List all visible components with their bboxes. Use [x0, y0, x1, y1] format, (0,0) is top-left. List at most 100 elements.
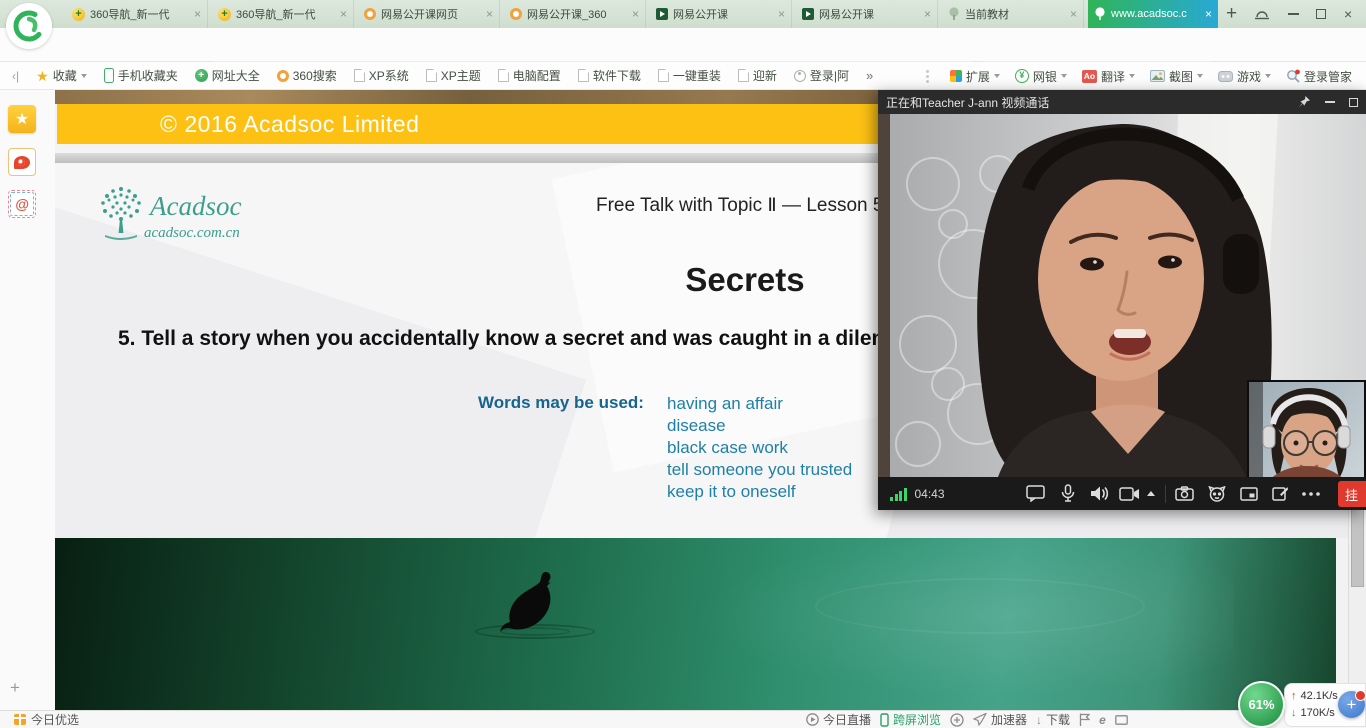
tab-close-icon[interactable]: × [632, 7, 639, 21]
weibo-share-button[interactable] [8, 148, 36, 176]
layout-pip-icon[interactable] [1236, 481, 1262, 507]
upload-speed: 42.1K/s [1301, 688, 1338, 705]
play-circle-icon [806, 713, 819, 726]
extensions-grid-icon [950, 70, 962, 82]
bookmark-site-directory[interactable]: + 网址大全 [195, 67, 260, 84]
page-icon [578, 69, 589, 82]
bookmark-xp-theme[interactable]: XP主题 [426, 67, 481, 84]
person-icon [794, 70, 806, 82]
bookmark-favorites[interactable]: ★ 收藏 [36, 67, 87, 84]
bookmark-360-search[interactable]: 360搜索 [277, 67, 337, 84]
cross-screen-item[interactable]: 跨屏浏览 [880, 711, 941, 728]
tab-close-icon[interactable]: × [1070, 7, 1077, 21]
acadsoc-logo-name: Acadsoc [150, 191, 241, 222]
tab-close-icon[interactable]: × [778, 7, 785, 21]
orange-ring-favicon [510, 8, 522, 20]
plugin-translate[interactable]: Ao 翻译 [1082, 68, 1135, 85]
game-face-icon [1218, 71, 1233, 82]
notes-edit-icon[interactable] [1268, 481, 1294, 507]
new-tab-button[interactable]: + [1226, 0, 1237, 28]
tab-netease-course-1[interactable]: 网易公开课 × [650, 0, 792, 28]
helper-circle-icon[interactable] [950, 713, 964, 727]
chat-icon[interactable] [1023, 481, 1049, 507]
statusbar-tools: 今日直播 跨屏浏览 加速器 ↓ 下载 e [806, 711, 1128, 728]
skin-theme-icon[interactable] [1254, 0, 1270, 28]
pin-on-top-icon[interactable] [1297, 95, 1311, 109]
tab-netease-web[interactable]: 网易公开课网页 × [358, 0, 500, 28]
plugin-games[interactable]: 游戏 [1218, 68, 1271, 85]
tab-netease-360[interactable]: 网易公开课_360 × [504, 0, 646, 28]
signal-strength-icon [890, 487, 907, 501]
more-options-icon[interactable] [1298, 481, 1324, 507]
accelerator-item[interactable]: 加速器 [973, 711, 1027, 728]
live-broadcast-item[interactable]: 今日直播 [806, 711, 871, 728]
tab-acadsoc-active[interactable]: www.acadsoc.c × [1088, 0, 1218, 28]
beauty-filter-cat-icon[interactable] [1204, 481, 1230, 507]
window-maximize-button[interactable] [1316, 0, 1326, 28]
tab-close-icon[interactable]: × [1205, 7, 1212, 21]
upload-arrow-icon: ↑ [1291, 688, 1297, 705]
plugin-netbank[interactable]: ¥ 网银 [1015, 68, 1067, 85]
video-window-minimize-icon[interactable] [1325, 101, 1335, 103]
tab-360nav-1[interactable]: + 360导航_新一代 × [66, 0, 208, 28]
water-ripple [815, 578, 1145, 634]
live-label: 今日直播 [823, 711, 871, 728]
bookmark-login[interactable]: 登录|阿 [794, 67, 849, 84]
mail-at-button[interactable]: @ [8, 190, 36, 218]
tab-close-icon[interactable]: × [340, 7, 347, 21]
window-minimize-button[interactable] [1288, 0, 1299, 28]
camera-icon[interactable] [1117, 481, 1143, 507]
ie-mode-icon[interactable]: e [1099, 713, 1106, 727]
tab-close-icon[interactable]: × [486, 7, 493, 21]
favorite-star-button[interactable]: ★ [8, 105, 36, 133]
window-mode-icon[interactable] [1115, 715, 1128, 725]
window-close-button[interactable]: × [1344, 0, 1352, 28]
collapse-sidebar-icon[interactable]: ‹| [12, 69, 19, 83]
plugin-login-manager[interactable]: 登录管家 [1286, 68, 1352, 85]
sidebar-add-icon[interactable]: + [10, 678, 20, 698]
video-call-titlebar[interactable]: 正在和Teacher J-ann 视频通话 [878, 90, 1366, 114]
video-call-window[interactable]: 正在和Teacher J-ann 视频通话 [878, 90, 1366, 510]
browser-360-logo[interactable] [6, 3, 52, 49]
rocket-icon [973, 713, 987, 726]
tab-close-icon[interactable]: × [924, 7, 931, 21]
tab-label: 网易公开课网页 [381, 6, 482, 22]
plus-circle-icon: + [195, 69, 208, 82]
self-view-video[interactable] [1247, 380, 1366, 477]
download-item[interactable]: ↓ 下载 [1036, 711, 1070, 728]
snapshot-camera-icon[interactable] [1172, 481, 1198, 507]
plugin-screenshot[interactable]: 截图 [1150, 68, 1203, 85]
bookmark-label: 网址大全 [212, 67, 260, 84]
notification-plus-button[interactable]: + [1338, 691, 1365, 718]
bookmark-mobile-favorites[interactable]: 手机收藏夹 [104, 67, 178, 84]
bookmark-label: 电脑配置 [513, 67, 561, 84]
video-window-maximize-icon[interactable] [1349, 98, 1358, 107]
bookmark-welcome[interactable]: 迎新 [738, 67, 777, 84]
zoom-level-badge[interactable]: 61% [1238, 681, 1285, 728]
bookmark-label: 软件下载 [593, 67, 641, 84]
bookmark-software-download[interactable]: 软件下载 [578, 67, 641, 84]
dropdown-icon [1061, 74, 1067, 78]
bookmark-pc-config[interactable]: 电脑配置 [498, 67, 561, 84]
report-flag-icon[interactable] [1079, 713, 1090, 726]
microphone-icon[interactable] [1055, 481, 1081, 507]
controls-divider [1165, 485, 1166, 503]
speaker-icon[interactable] [1087, 481, 1113, 507]
bookmark-xp-system[interactable]: XP系统 [354, 67, 409, 84]
bookmarks-overflow-icon[interactable]: » [866, 68, 873, 83]
tab-close-icon[interactable]: × [194, 7, 201, 21]
tab-current-material[interactable]: 当前教材 × [942, 0, 1084, 28]
tab-360nav-2[interactable]: + 360导航_新一代 × [212, 0, 354, 28]
accelerator-label: 加速器 [991, 711, 1027, 728]
today-picks-item[interactable]: 今日优选 [14, 711, 79, 728]
plugin-extensions[interactable]: 扩展 [950, 68, 1000, 85]
word-item: keep it to oneself [667, 481, 852, 503]
tab-label: 网易公开课_360 [527, 6, 628, 22]
tab-netease-course-2[interactable]: 网易公开课 × [796, 0, 938, 28]
bookmark-label: XP系统 [369, 67, 409, 84]
star-icon: ★ [36, 69, 49, 83]
hangup-button[interactable]: 挂 [1338, 481, 1366, 507]
camera-options-caret-icon[interactable] [1147, 491, 1155, 496]
bookmark-one-key-reinstall[interactable]: 一键重装 [658, 67, 721, 84]
scrollbar-thumb[interactable] [1351, 505, 1364, 587]
